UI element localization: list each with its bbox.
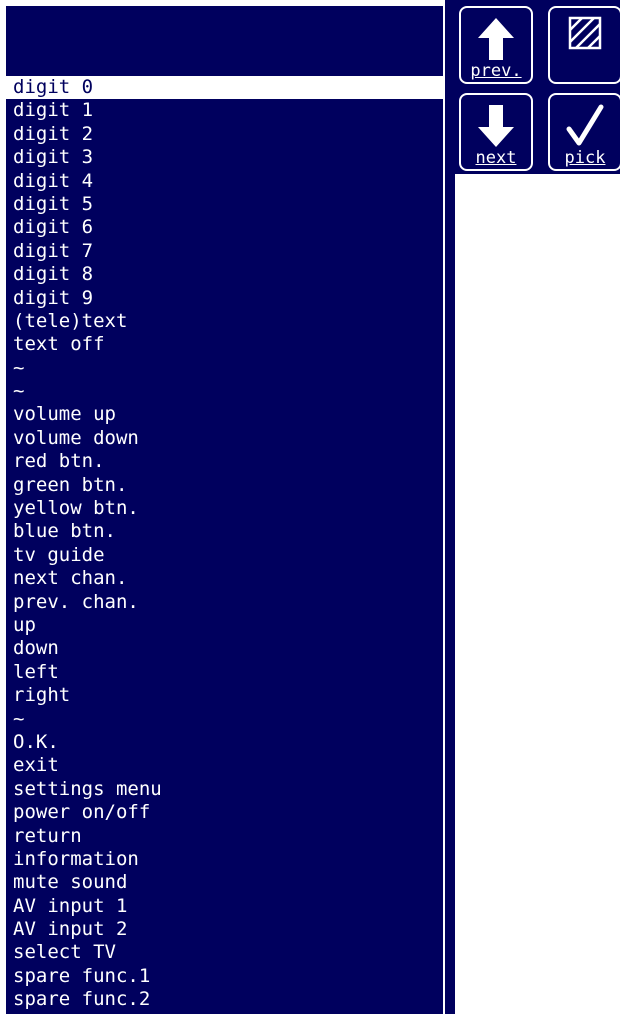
list-item[interactable]: power on/off [6,801,443,824]
list-item[interactable]: digit 1 [6,99,443,122]
prev-button-label: prev. [470,61,522,81]
list-item[interactable]: AV input 2 [6,918,443,941]
list-item[interactable]: digit 5 [6,193,443,216]
scroll-strip [445,0,455,1014]
next-button-label: next [475,148,517,168]
list-item[interactable]: digit 3 [6,146,443,169]
list-item[interactable]: volume down [6,427,443,450]
list-item[interactable]: spare func.1 [6,965,443,988]
list-item[interactable]: red btn. [6,450,443,473]
list-item[interactable]: up [6,614,443,637]
list-item[interactable]: digit 4 [6,170,443,193]
checkmark-icon [566,104,604,146]
list-item[interactable]: O.K. [6,731,443,754]
list-item[interactable]: ~ [6,357,443,380]
list-item[interactable]: digit 6 [6,216,443,239]
list-item[interactable]: yellow btn. [6,497,443,520]
list-item[interactable]: right [6,684,443,707]
list-item[interactable]: spare func.2 [6,988,443,1011]
list-item[interactable]: exit [6,754,443,777]
pick-button-label: pick [564,148,606,168]
list-item[interactable]: blue btn. [6,520,443,543]
list-item[interactable]: AV input 1 [6,895,443,918]
command-list[interactable]: digit 0 digit 1 digit 2 digit 3 digit 4 … [6,76,443,1012]
list-item[interactable]: ~ [6,708,443,731]
list-item[interactable]: text off [6,333,443,356]
list-item[interactable]: settings menu [6,778,443,801]
list-item[interactable]: digit 7 [6,240,443,263]
arrow-up-icon [478,18,514,60]
arrow-down-icon [478,105,514,147]
list-item[interactable]: return [6,825,443,848]
list-item[interactable]: prev. chan. [6,591,443,614]
list-item[interactable]: volume up [6,403,443,426]
list-item[interactable]: ~ [6,380,443,403]
next-button[interactable]: next [459,93,533,171]
navigation-button-panel: prev. next pick [455,0,620,174]
list-item[interactable]: down [6,637,443,660]
list-item[interactable]: next chan. [6,567,443,590]
list-item[interactable]: information [6,848,443,871]
list-item[interactable]: digit 9 [6,287,443,310]
list-item[interactable]: select TV [6,941,443,964]
list-item[interactable]: digit 0 [6,76,443,100]
list-item[interactable]: digit 2 [6,123,443,146]
list-item[interactable]: left [6,661,443,684]
list-item[interactable]: mute sound [6,871,443,894]
list-item[interactable]: digit 8 [6,263,443,286]
list-item[interactable]: (tele)text [6,310,443,333]
prev-button[interactable]: prev. [459,6,533,84]
hatched-button[interactable] [548,6,620,84]
list-item[interactable]: tv guide [6,544,443,567]
pick-button[interactable]: pick [548,93,620,171]
list-item[interactable]: green btn. [6,474,443,497]
hatched-square-icon [568,16,602,50]
